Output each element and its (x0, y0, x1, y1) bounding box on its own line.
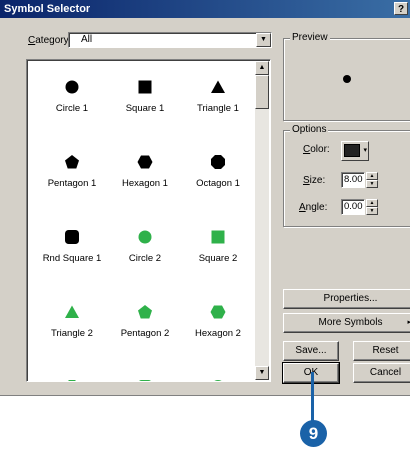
properties-button[interactable]: Properties... (283, 289, 410, 309)
preview-group: Preview (283, 32, 410, 121)
preview-label: Preview (290, 32, 330, 43)
scroll-thumb[interactable] (255, 75, 269, 109)
spin-up-icon[interactable]: ▲ (366, 172, 378, 180)
size-label: Size: (303, 175, 326, 186)
pentagon-symbol-icon (65, 155, 79, 169)
symbol-cell[interactable] (108, 360, 182, 381)
symbol-cell[interactable]: Triangle 2 (35, 285, 109, 360)
save-label: Save... (295, 345, 327, 356)
hexagon-symbol-icon (210, 305, 226, 319)
symbol-cell[interactable]: Square 2 (181, 210, 255, 285)
circle-symbol-icon (138, 230, 152, 244)
scroll-up-icon[interactable]: ▲ (255, 61, 269, 75)
gallery-scrollbar[interactable]: ▲ ▼ (255, 61, 269, 380)
size-stepper[interactable]: ▲ ▼ (366, 172, 378, 188)
square-symbol-icon (211, 230, 225, 244)
pentagon-symbol-icon (138, 305, 152, 319)
symbol-label: Circle 1 (55, 103, 89, 114)
cancel-label: Cancel (369, 367, 402, 378)
symbol-cell[interactable] (35, 360, 109, 381)
symbol-label: Triangle 1 (197, 103, 239, 114)
window-title: Symbol Selector (4, 3, 91, 15)
symbol-label: Circle 2 (128, 253, 162, 264)
triangle-symbol-icon (65, 305, 79, 318)
hexagon-symbol-icon (137, 155, 153, 169)
circle-dot-symbol-icon (214, 380, 222, 381)
callout-leader-line (311, 372, 314, 422)
reset-button[interactable]: Reset (353, 341, 410, 361)
category-value: All (81, 34, 93, 45)
options-label: Options (290, 124, 329, 135)
rounded-square-symbol-icon (139, 380, 151, 381)
help-button[interactable]: ? (394, 2, 408, 15)
category-dropdown[interactable]: All ▼ (68, 32, 272, 48)
preview-symbol (343, 75, 351, 83)
symbol-cell[interactable]: Octagon 1 (181, 135, 255, 210)
chevron-down-icon: ▾ (363, 147, 367, 154)
color-label: Color: (303, 144, 330, 155)
symbol-label: Square 1 (125, 103, 165, 114)
symbol-label: Square 2 (198, 253, 238, 264)
angle-label: Angle: (299, 202, 328, 213)
more-symbols-label: More Symbols (318, 317, 383, 328)
symbol-label: Pentagon 2 (120, 328, 170, 339)
category-label: Category: (28, 35, 72, 46)
octagon-symbol-icon (211, 155, 225, 169)
square-symbol-icon (138, 80, 152, 94)
symbol-selector-dialog: Symbol Selector ? Category: All ▼ Circle… (0, 0, 410, 396)
symbol-cell[interactable]: Rnd Square 1 (35, 210, 109, 285)
reset-label: Reset (372, 345, 399, 356)
more-symbols-button[interactable]: More Symbols ▸ (283, 313, 410, 333)
circle-symbol-icon (65, 80, 79, 94)
spin-down-icon[interactable]: ▼ (366, 207, 378, 215)
symbol-cell[interactable] (181, 360, 255, 381)
angle-input[interactable]: 0.00 (341, 199, 365, 215)
angle-stepper[interactable]: ▲ ▼ (366, 199, 378, 215)
symbol-cell[interactable]: Hexagon 2 (181, 285, 255, 360)
symbol-cell[interactable]: Circle 1 (35, 60, 109, 135)
scroll-down-icon[interactable]: ▼ (255, 366, 269, 380)
symbol-cell[interactable]: Triangle 1 (181, 60, 255, 135)
chevron-down-icon[interactable]: ▼ (256, 33, 271, 47)
cancel-button[interactable]: Cancel (353, 363, 410, 383)
color-swatch (344, 144, 360, 157)
triangle-symbol-icon (211, 80, 225, 93)
options-group: Options Color: ▾ Size: 8.00 ▲ ▼ Angle: 0… (283, 124, 410, 227)
symbol-label: Hexagon 2 (195, 328, 241, 339)
symbol-gallery: Circle 1 Square 1 Triangle 1 Pentagon 1 Hexa… (26, 59, 271, 382)
octagon-symbol-icon (68, 380, 76, 381)
symbol-label: Octagon 1 (196, 178, 240, 189)
save-button[interactable]: Save... (283, 341, 339, 361)
step-callout: 9 (300, 420, 327, 447)
title-bar: Symbol Selector ? (0, 0, 410, 18)
symbol-label: Hexagon 1 (122, 178, 168, 189)
symbol-label: Rnd Square 1 (42, 253, 102, 264)
spin-up-icon[interactable]: ▲ (366, 199, 378, 207)
symbol-cell[interactable]: Pentagon 2 (108, 285, 182, 360)
color-picker-button[interactable]: ▾ (341, 141, 369, 161)
spin-down-icon[interactable]: ▼ (366, 180, 378, 188)
symbol-label: Triangle 2 (51, 328, 93, 339)
symbol-cell[interactable]: Square 1 (108, 60, 182, 135)
symbol-label: Pentagon 1 (47, 178, 97, 189)
symbol-cell[interactable]: Hexagon 1 (108, 135, 182, 210)
symbol-cell[interactable]: Circle 2 (108, 210, 182, 285)
symbol-cell[interactable]: Pentagon 1 (35, 135, 109, 210)
rounded-square-symbol-icon (65, 230, 79, 244)
size-input[interactable]: 8.00 (341, 172, 365, 188)
properties-label: Properties... (323, 293, 378, 304)
